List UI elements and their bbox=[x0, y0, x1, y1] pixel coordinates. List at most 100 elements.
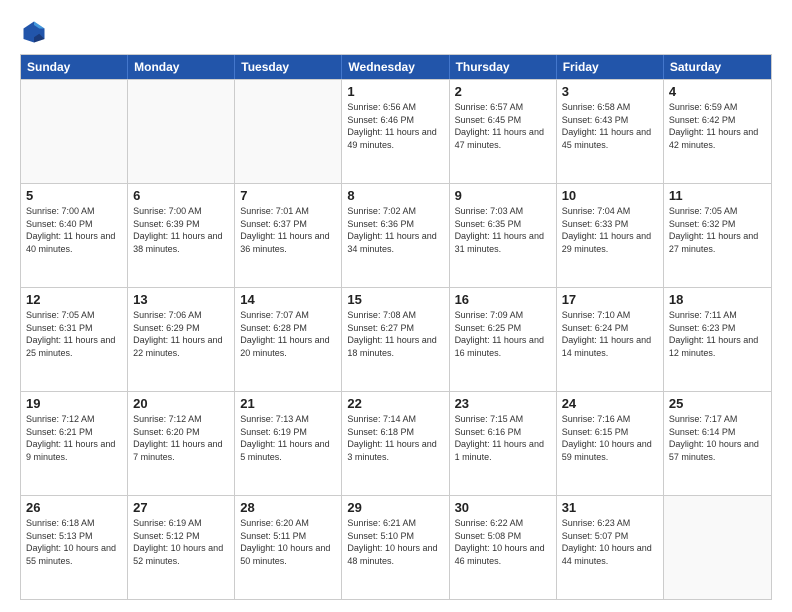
cal-cell-day-21: 21 Sunrise: 7:13 AM Sunset: 6:19 PM Dayli… bbox=[235, 392, 342, 495]
day-number: 22 bbox=[347, 396, 443, 411]
cal-header-friday: Friday bbox=[557, 55, 664, 79]
cell-info: Sunrise: 7:00 AM Sunset: 6:39 PM Dayligh… bbox=[133, 205, 229, 255]
cal-cell-day-7: 7 Sunrise: 7:01 AM Sunset: 6:37 PM Daylig… bbox=[235, 184, 342, 287]
cal-header-saturday: Saturday bbox=[664, 55, 771, 79]
day-number: 30 bbox=[455, 500, 551, 515]
logo-icon bbox=[20, 18, 48, 46]
cal-cell-day-12: 12 Sunrise: 7:05 AM Sunset: 6:31 PM Dayli… bbox=[21, 288, 128, 391]
cal-header-thursday: Thursday bbox=[450, 55, 557, 79]
cell-info: Sunrise: 7:17 AM Sunset: 6:14 PM Dayligh… bbox=[669, 413, 766, 463]
cell-info: Sunrise: 6:56 AM Sunset: 6:46 PM Dayligh… bbox=[347, 101, 443, 151]
cell-info: Sunrise: 6:23 AM Sunset: 5:07 PM Dayligh… bbox=[562, 517, 658, 567]
day-number: 5 bbox=[26, 188, 122, 203]
cal-cell-day-15: 15 Sunrise: 7:08 AM Sunset: 6:27 PM Dayli… bbox=[342, 288, 449, 391]
day-number: 13 bbox=[133, 292, 229, 307]
cal-row-4: 26 Sunrise: 6:18 AM Sunset: 5:13 PM Dayli… bbox=[21, 495, 771, 599]
cell-info: Sunrise: 6:18 AM Sunset: 5:13 PM Dayligh… bbox=[26, 517, 122, 567]
cell-info: Sunrise: 7:10 AM Sunset: 6:24 PM Dayligh… bbox=[562, 309, 658, 359]
cell-info: Sunrise: 7:11 AM Sunset: 6:23 PM Dayligh… bbox=[669, 309, 766, 359]
cell-info: Sunrise: 7:01 AM Sunset: 6:37 PM Dayligh… bbox=[240, 205, 336, 255]
cell-info: Sunrise: 7:12 AM Sunset: 6:21 PM Dayligh… bbox=[26, 413, 122, 463]
cell-info: Sunrise: 7:16 AM Sunset: 6:15 PM Dayligh… bbox=[562, 413, 658, 463]
day-number: 18 bbox=[669, 292, 766, 307]
day-number: 21 bbox=[240, 396, 336, 411]
cal-cell-day-4: 4 Sunrise: 6:59 AM Sunset: 6:42 PM Daylig… bbox=[664, 80, 771, 183]
cal-cell-day-2: 2 Sunrise: 6:57 AM Sunset: 6:45 PM Daylig… bbox=[450, 80, 557, 183]
cal-cell-day-16: 16Sunrise: 7:09 AM Sunset: 6:25 PM Dayli… bbox=[450, 288, 557, 391]
cal-header-sunday: Sunday bbox=[21, 55, 128, 79]
cell-info: Sunrise: 7:15 AM Sunset: 6:16 PM Dayligh… bbox=[455, 413, 551, 463]
cell-info: Sunrise: 7:06 AM Sunset: 6:29 PM Dayligh… bbox=[133, 309, 229, 359]
cell-info: Sunrise: 7:14 AM Sunset: 6:18 PM Dayligh… bbox=[347, 413, 443, 463]
cal-header-monday: Monday bbox=[128, 55, 235, 79]
calendar: SundayMondayTuesdayWednesdayThursdayFrid… bbox=[20, 54, 772, 600]
day-number: 27 bbox=[133, 500, 229, 515]
day-number: 4 bbox=[669, 84, 766, 99]
day-number: 19 bbox=[26, 396, 122, 411]
day-number: 15 bbox=[347, 292, 443, 307]
cal-cell-day-20: 20Sunrise: 7:12 AM Sunset: 6:20 PM Dayli… bbox=[128, 392, 235, 495]
day-number: 17 bbox=[562, 292, 658, 307]
cal-cell-day-31: 31 Sunrise: 6:23 AM Sunset: 5:07 PM Dayli… bbox=[557, 496, 664, 599]
day-number: 16 bbox=[455, 292, 551, 307]
day-number: 29 bbox=[347, 500, 443, 515]
cal-row-2: 12 Sunrise: 7:05 AM Sunset: 6:31 PM Dayli… bbox=[21, 287, 771, 391]
day-number: 25 bbox=[669, 396, 766, 411]
day-number: 3 bbox=[562, 84, 658, 99]
day-number: 14 bbox=[240, 292, 336, 307]
cal-row-3: 19 Sunrise: 7:12 AM Sunset: 6:21 PM Dayli… bbox=[21, 391, 771, 495]
cal-header-wednesday: Wednesday bbox=[342, 55, 449, 79]
header bbox=[20, 18, 772, 46]
day-number: 28 bbox=[240, 500, 336, 515]
day-number: 11 bbox=[669, 188, 766, 203]
cell-info: Sunrise: 7:13 AM Sunset: 6:19 PM Dayligh… bbox=[240, 413, 336, 463]
cal-cell-day-9: 9Sunrise: 7:03 AM Sunset: 6:35 PM Daylig… bbox=[450, 184, 557, 287]
cal-cell-day-8: 8Sunrise: 7:02 AM Sunset: 6:36 PM Daylig… bbox=[342, 184, 449, 287]
cal-cell-day-25: 25 Sunrise: 7:17 AM Sunset: 6:14 PM Dayli… bbox=[664, 392, 771, 495]
cell-info: Sunrise: 7:00 AM Sunset: 6:40 PM Dayligh… bbox=[26, 205, 122, 255]
cal-cell-day-29: 29 Sunrise: 6:21 AM Sunset: 5:10 PM Dayli… bbox=[342, 496, 449, 599]
cell-info: Sunrise: 6:59 AM Sunset: 6:42 PM Dayligh… bbox=[669, 101, 766, 151]
cal-cell-day-26: 26 Sunrise: 6:18 AM Sunset: 5:13 PM Dayli… bbox=[21, 496, 128, 599]
cal-row-1: 5 Sunrise: 7:00 AM Sunset: 6:40 PM Daylig… bbox=[21, 183, 771, 287]
cell-info: Sunrise: 6:21 AM Sunset: 5:10 PM Dayligh… bbox=[347, 517, 443, 567]
cal-cell-day-1: 1 Sunrise: 6:56 AM Sunset: 6:46 PM Daylig… bbox=[342, 80, 449, 183]
day-number: 9 bbox=[455, 188, 551, 203]
day-number: 8 bbox=[347, 188, 443, 203]
day-number: 12 bbox=[26, 292, 122, 307]
calendar-body: 1 Sunrise: 6:56 AM Sunset: 6:46 PM Daylig… bbox=[21, 79, 771, 599]
cell-info: Sunrise: 7:05 AM Sunset: 6:31 PM Dayligh… bbox=[26, 309, 122, 359]
day-number: 1 bbox=[347, 84, 443, 99]
cell-info: Sunrise: 7:12 AM Sunset: 6:20 PM Dayligh… bbox=[133, 413, 229, 463]
day-number: 23 bbox=[455, 396, 551, 411]
cal-cell-day-11: 11 Sunrise: 7:05 AM Sunset: 6:32 PM Dayli… bbox=[664, 184, 771, 287]
cal-cell-day-23: 23 Sunrise: 7:15 AM Sunset: 6:16 PM Dayli… bbox=[450, 392, 557, 495]
day-number: 31 bbox=[562, 500, 658, 515]
cal-cell-day-5: 5 Sunrise: 7:00 AM Sunset: 6:40 PM Daylig… bbox=[21, 184, 128, 287]
cal-cell-day-6: 6Sunrise: 7:00 AM Sunset: 6:39 PM Daylig… bbox=[128, 184, 235, 287]
cell-info: Sunrise: 7:07 AM Sunset: 6:28 PM Dayligh… bbox=[240, 309, 336, 359]
cal-cell-day-24: 24Sunrise: 7:16 AM Sunset: 6:15 PM Dayli… bbox=[557, 392, 664, 495]
cal-cell-day-22: 22 Sunrise: 7:14 AM Sunset: 6:18 PM Dayli… bbox=[342, 392, 449, 495]
cell-info: Sunrise: 6:22 AM Sunset: 5:08 PM Dayligh… bbox=[455, 517, 551, 567]
cal-cell-day-10: 10Sunrise: 7:04 AM Sunset: 6:33 PM Dayli… bbox=[557, 184, 664, 287]
cal-cell-empty bbox=[235, 80, 342, 183]
cell-info: Sunrise: 6:19 AM Sunset: 5:12 PM Dayligh… bbox=[133, 517, 229, 567]
day-number: 7 bbox=[240, 188, 336, 203]
cal-cell-day-14: 14 Sunrise: 7:07 AM Sunset: 6:28 PM Dayli… bbox=[235, 288, 342, 391]
cal-cell-day-13: 13 Sunrise: 7:06 AM Sunset: 6:29 PM Dayli… bbox=[128, 288, 235, 391]
cal-cell-day-17: 17 Sunrise: 7:10 AM Sunset: 6:24 PM Dayli… bbox=[557, 288, 664, 391]
day-number: 26 bbox=[26, 500, 122, 515]
cal-cell-day-27: 27 Sunrise: 6:19 AM Sunset: 5:12 PM Dayli… bbox=[128, 496, 235, 599]
cal-cell-empty bbox=[664, 496, 771, 599]
cal-cell-empty bbox=[128, 80, 235, 183]
cell-info: Sunrise: 7:04 AM Sunset: 6:33 PM Dayligh… bbox=[562, 205, 658, 255]
cal-header-tuesday: Tuesday bbox=[235, 55, 342, 79]
page: SundayMondayTuesdayWednesdayThursdayFrid… bbox=[0, 0, 792, 612]
cell-info: Sunrise: 7:05 AM Sunset: 6:32 PM Dayligh… bbox=[669, 205, 766, 255]
cell-info: Sunrise: 6:20 AM Sunset: 5:11 PM Dayligh… bbox=[240, 517, 336, 567]
day-number: 2 bbox=[455, 84, 551, 99]
calendar-header-row: SundayMondayTuesdayWednesdayThursdayFrid… bbox=[21, 55, 771, 79]
cell-info: Sunrise: 6:57 AM Sunset: 6:45 PM Dayligh… bbox=[455, 101, 551, 151]
cell-info: Sunrise: 7:08 AM Sunset: 6:27 PM Dayligh… bbox=[347, 309, 443, 359]
